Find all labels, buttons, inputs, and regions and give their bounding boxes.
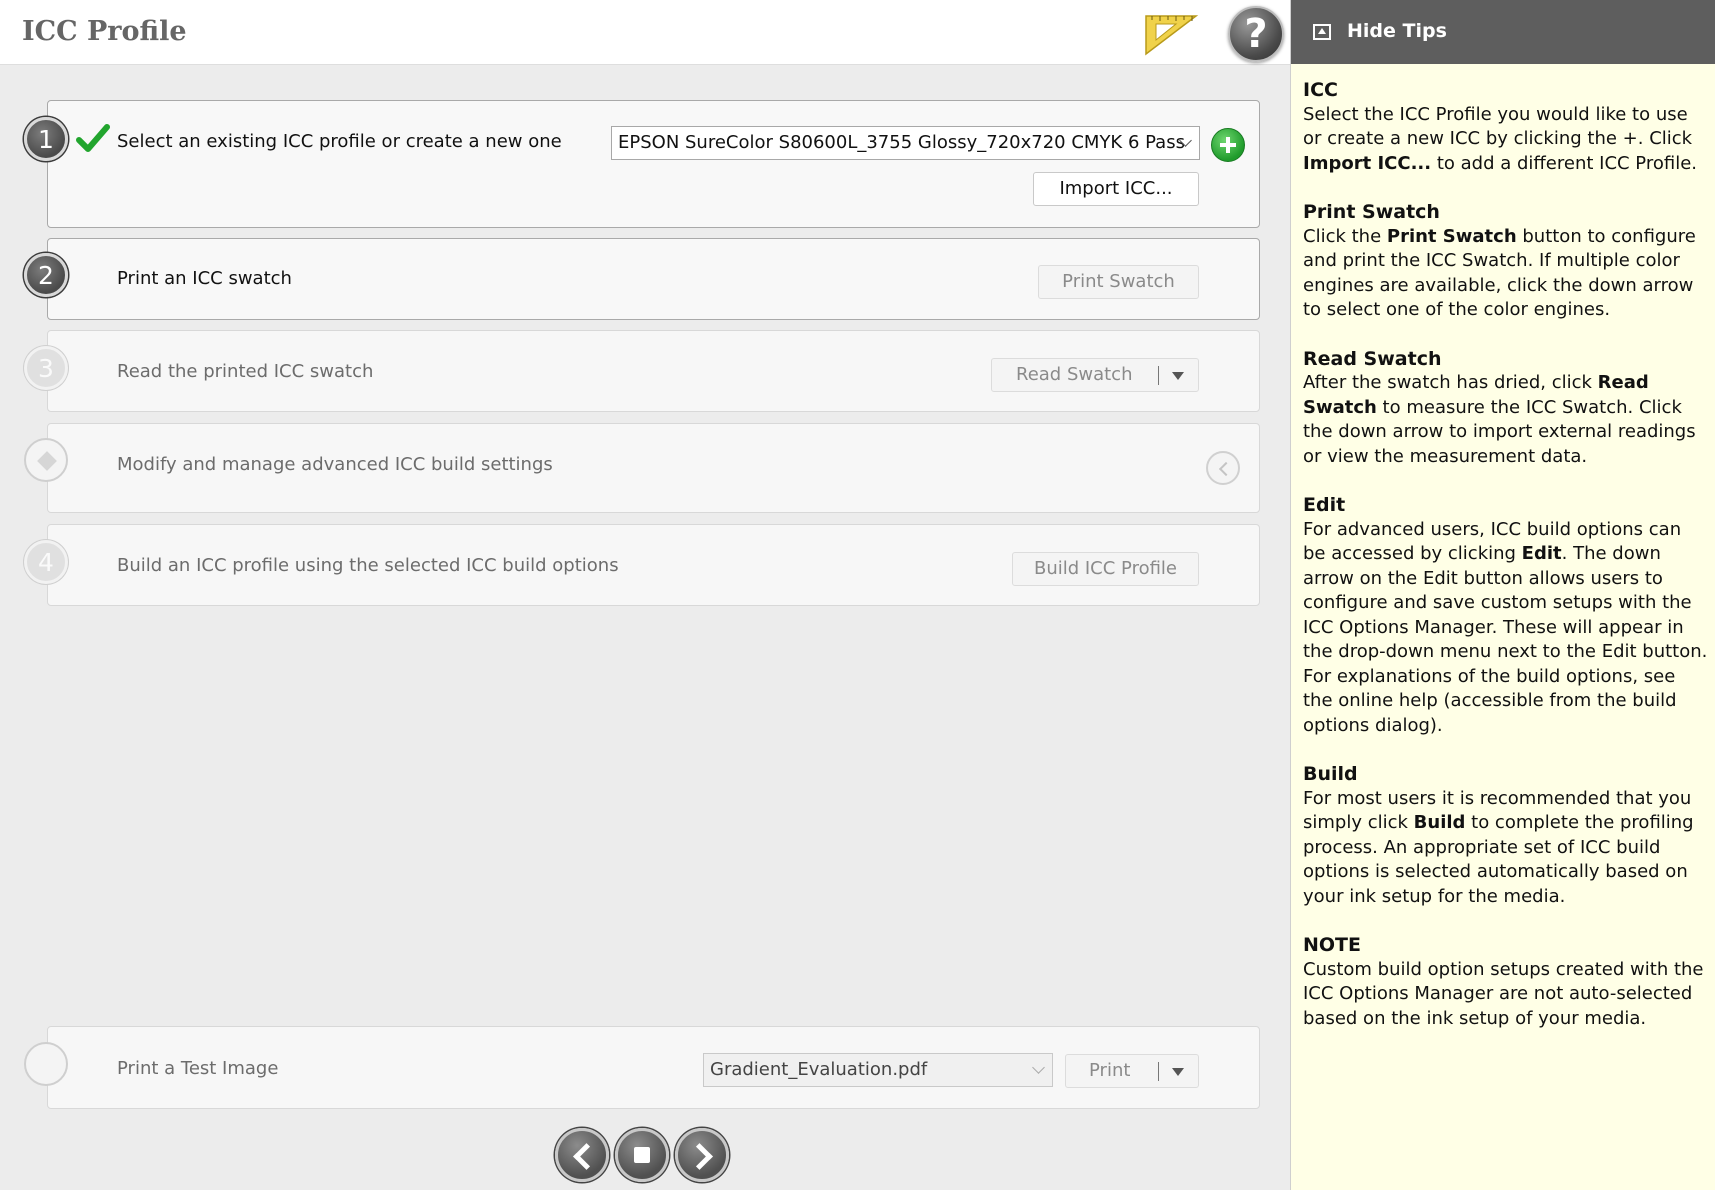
collapse-icon: [1313, 24, 1331, 40]
previous-button[interactable]: [555, 1128, 609, 1182]
tip-title: ICC: [1303, 79, 1338, 101]
import-icc-button[interactable]: Import ICC...: [1033, 172, 1199, 206]
tips-body: ICC Select the ICC Profile you would lik…: [1303, 78, 1708, 1055]
edit-step-label: Modify and manage advanced ICC build set…: [117, 454, 553, 475]
build-icc-profile-button[interactable]: Build ICC Profile: [1012, 552, 1199, 586]
tip-title: Read Swatch: [1303, 347, 1442, 370]
print-button[interactable]: Print: [1065, 1054, 1199, 1088]
diamond-icon: [37, 451, 57, 471]
tip-icc: ICC Select the ICC Profile you would lik…: [1303, 78, 1708, 176]
icc-profile-value: EPSON SureColor S80600L_3755 Glossy_720x…: [618, 132, 1185, 153]
dropdown-arrow-icon[interactable]: [1172, 1068, 1184, 1076]
test-image-select[interactable]: Gradient_Evaluation.pdf: [703, 1053, 1053, 1087]
tip-text: For most users it is recommended that yo…: [1303, 787, 1694, 907]
header: ICC Profile ?: [0, 0, 1290, 65]
ruler-triangle-icon[interactable]: [1140, 10, 1200, 58]
tip-note: NOTE Custom build option setups created …: [1303, 933, 1708, 1031]
tip-title: NOTE: [1303, 934, 1361, 956]
hide-tips-button[interactable]: Hide Tips: [1291, 0, 1715, 64]
step-1-label: Select an existing ICC profile or create…: [117, 131, 562, 152]
split-separator: [1158, 1062, 1159, 1081]
hide-tips-label: Hide Tips: [1347, 20, 1447, 42]
tip-text: Custom build option setups created with …: [1303, 958, 1704, 1029]
step-2-badge: 2: [24, 253, 68, 297]
icc-profile-select[interactable]: EPSON SureColor S80600L_3755 Glossy_720x…: [611, 126, 1200, 160]
add-icon[interactable]: [1211, 128, 1245, 162]
tip-title: Print Swatch: [1303, 201, 1440, 223]
tip-text: For advanced users, ICC build options ca…: [1303, 518, 1708, 736]
page-title: ICC Profile: [22, 16, 187, 47]
test-image-value: Gradient_Evaluation.pdf: [710, 1059, 928, 1080]
tips-sidebar: Hide Tips ICC Select the ICC Profile you…: [1290, 0, 1715, 1190]
step-3-badge: 3: [24, 346, 68, 390]
chevron-down-icon: [1032, 1061, 1045, 1074]
help-icon[interactable]: ?: [1228, 6, 1284, 62]
step-4-label: Build an ICC profile using the selected …: [117, 555, 619, 576]
tip-text: After the swatch has dried, click Read S…: [1303, 372, 1696, 467]
main-area: ICC Profile ? 1 Select an existing ICC p…: [0, 0, 1290, 1190]
read-swatch-button[interactable]: Read Swatch: [991, 358, 1199, 392]
step-4-badge: 4: [24, 540, 68, 584]
stop-button[interactable]: [615, 1128, 669, 1182]
chevron-left-icon[interactable]: [1206, 451, 1240, 485]
read-swatch-label: Read Swatch: [1016, 364, 1133, 385]
tip-title: Build: [1303, 763, 1358, 785]
dropdown-arrow-icon[interactable]: [1172, 372, 1184, 380]
step-1-badge: 1: [24, 117, 68, 161]
tip-edit: Edit For advanced users, ICC build optio…: [1303, 493, 1708, 738]
step-2-label: Print an ICC swatch: [117, 268, 292, 289]
tip-text: Select the ICC Profile you would like to…: [1303, 103, 1697, 174]
tip-print-swatch: Print Swatch Click the Print Swatch butt…: [1303, 200, 1708, 323]
step-1-panel: [47, 100, 1260, 228]
next-button[interactable]: [675, 1128, 729, 1182]
tip-title: Edit: [1303, 494, 1346, 516]
tip-text: Click the Print Swatch button to configu…: [1303, 225, 1696, 321]
tip-build: Build For most users it is recommended t…: [1303, 762, 1708, 909]
step-3-label: Read the printed ICC swatch: [117, 361, 374, 382]
test-image-label: Print a Test Image: [117, 1058, 279, 1079]
tip-read-swatch: Read Swatch After the swatch has dried, …: [1303, 347, 1708, 470]
checkmark-icon: [76, 124, 110, 152]
print-label: Print: [1089, 1060, 1131, 1081]
print-swatch-button[interactable]: Print Swatch: [1038, 265, 1199, 299]
split-separator: [1158, 366, 1159, 385]
edit-step-badge: [24, 438, 68, 482]
test-image-badge: [24, 1042, 68, 1086]
